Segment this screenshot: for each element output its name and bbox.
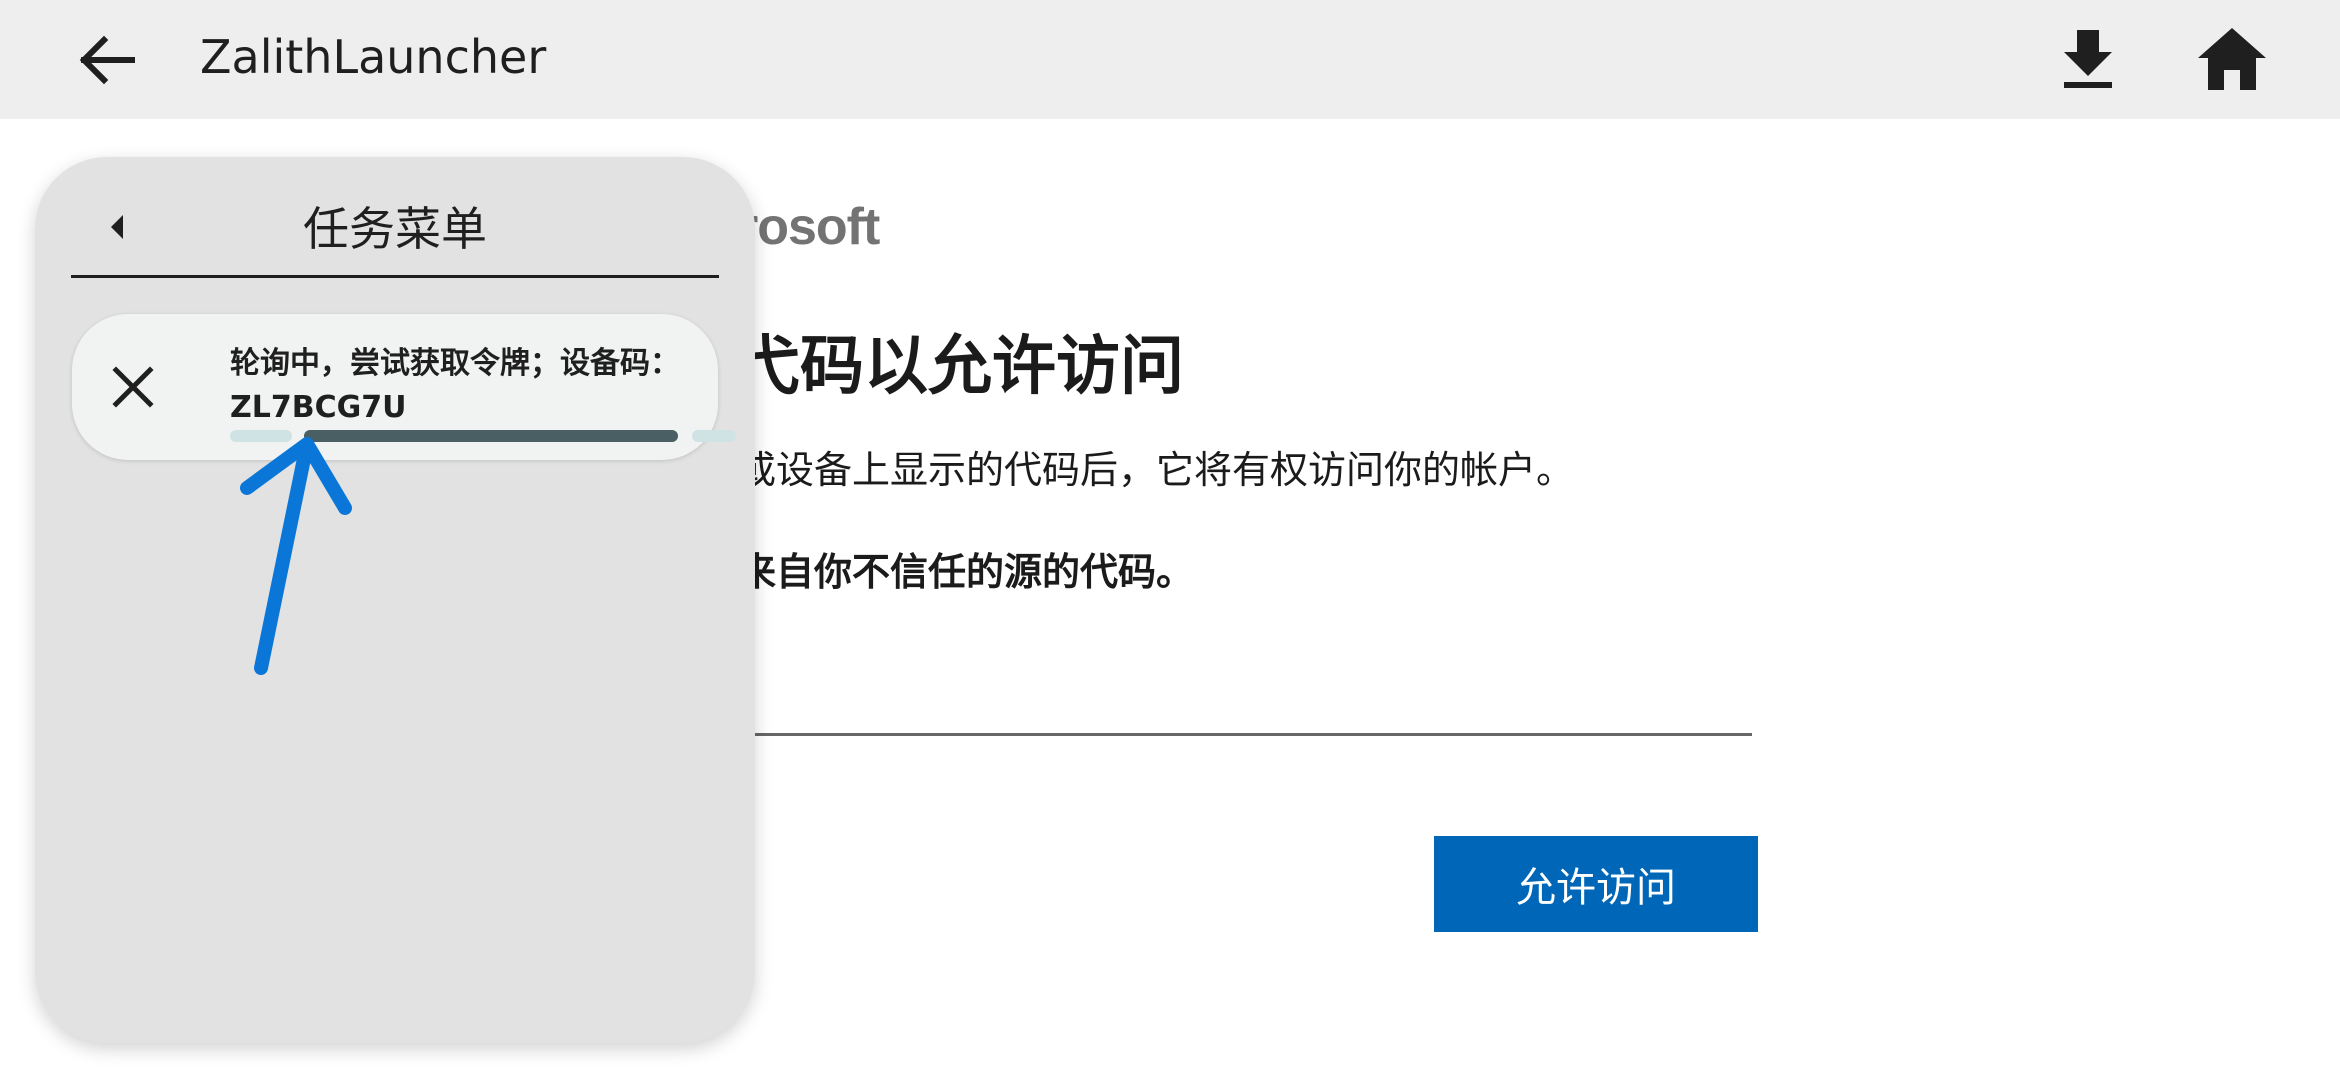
download-button[interactable]	[2058, 26, 2118, 90]
cancel-task-button[interactable]	[108, 362, 158, 412]
app-root: ZalithLauncher rosoft 弋码以允许访问 或设备上显示的代码后…	[0, 0, 2340, 1080]
progress-indicator	[304, 430, 678, 442]
page-description: 或设备上显示的代码后，它将有权访问你的帐户。	[738, 448, 1575, 492]
divider	[71, 275, 719, 278]
top-app-bar: ZalithLauncher	[0, 0, 2340, 119]
progress-track-segment	[230, 430, 292, 442]
page-heading: 弋码以允许访问	[736, 330, 1184, 404]
arrow-left-icon	[79, 35, 135, 85]
device-code-input[interactable]	[740, 639, 1752, 736]
download-icon	[2064, 30, 2112, 88]
close-icon	[112, 366, 154, 408]
microsoft-logo-text: rosoft	[738, 198, 880, 256]
allow-access-button[interactable]: 允许访问	[1434, 836, 1758, 932]
task-item: 轮询中，尝试获取令牌；设备码： ZL7BCG7U	[72, 314, 736, 460]
security-warning: 来自你不信任的源的代码。	[738, 550, 1195, 594]
back-button[interactable]	[70, 22, 146, 98]
home-button[interactable]	[2196, 26, 2268, 92]
home-icon	[2198, 28, 2266, 90]
task-message-line1: 轮询中，尝试获取令牌；设备码：	[230, 346, 680, 381]
task-menu-title: 任务菜单	[303, 202, 487, 256]
app-title: ZalithLauncher	[200, 30, 547, 84]
task-progress-bar	[230, 430, 736, 442]
device-code-text: ZL7BCG7U	[230, 390, 407, 425]
task-message: 轮询中，尝试获取令牌；设备码： ZL7BCG7U	[230, 342, 700, 430]
task-menu-panel: 任务菜单 轮询中，尝试获取令牌；设备码： ZL7BCG7U	[35, 157, 755, 1043]
progress-track-segment	[692, 430, 736, 442]
